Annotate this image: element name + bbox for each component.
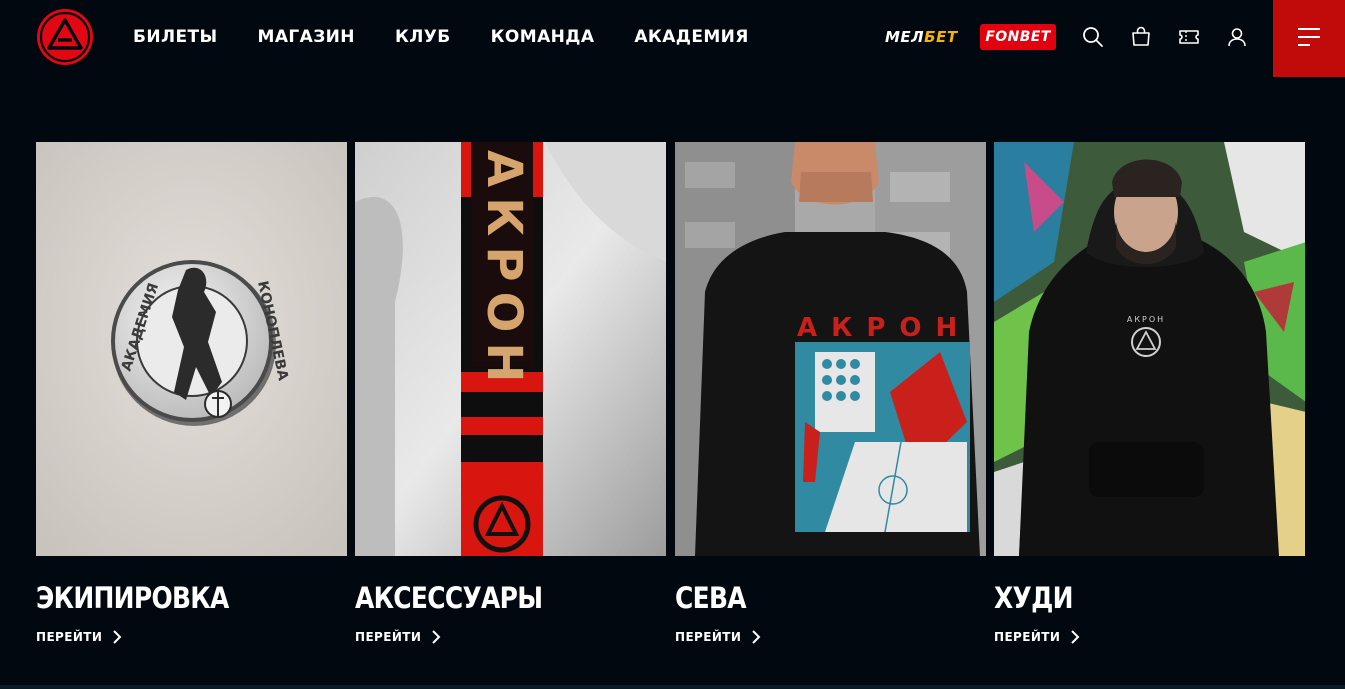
chevron-right-icon: [432, 630, 441, 644]
sweatshirt-text: АКРОН: [797, 313, 971, 343]
card-link-label: ПЕРЕЙТИ: [36, 630, 103, 644]
search-icon[interactable]: [1081, 25, 1105, 49]
seva-image[interactable]: АКРОН: [675, 142, 986, 556]
category-cards: АКАДЕМИЯ КОНОПЛЕВА ЭКИПИРОВКА ПЕРЕЙТИ АК…: [36, 142, 1306, 662]
chevron-right-icon: [113, 630, 122, 644]
sponsor-fonbet-logo[interactable]: FONBET: [980, 24, 1056, 50]
card-link-go[interactable]: ПЕРЕЙТИ: [355, 628, 441, 646]
category-card-hoodie[interactable]: АКРОН ХУДИ ПЕРЕЙТИ: [994, 142, 1305, 662]
nav-academy[interactable]: АКАДЕМИЯ: [634, 24, 748, 50]
card-title: ХУДИ: [994, 581, 1073, 615]
nav-shop[interactable]: МАГАЗИН: [258, 24, 355, 50]
card-link-go[interactable]: ПЕРЕЙТИ: [36, 628, 122, 646]
cart-icon[interactable]: [1129, 25, 1153, 49]
card-link-label: ПЕРЕЙТИ: [355, 630, 422, 644]
card-link-go[interactable]: ПЕРЕЙТИ: [675, 628, 761, 646]
card-link-go[interactable]: ПЕРЕЙТИ: [994, 628, 1080, 646]
ticket-icon[interactable]: [1177, 25, 1201, 49]
accessories-image[interactable]: АКРОН: [355, 142, 666, 556]
card-title: СЕВА: [675, 581, 747, 615]
chevron-right-icon: [1071, 630, 1080, 644]
menu-icon: [1298, 28, 1320, 46]
hoodie-image[interactable]: АКРОН: [994, 142, 1305, 556]
sponsor-melbet-part1: МЕЛ: [885, 28, 925, 46]
sponsor-melbet-logo[interactable]: МЕЛБЕТ: [885, 26, 958, 48]
nav-club[interactable]: КЛУБ: [395, 24, 451, 50]
category-card-accessories[interactable]: АКРОН АКСЕССУАРЫ ПЕРЕЙТИ: [355, 142, 666, 662]
card-link-label: ПЕРЕЙТИ: [675, 630, 742, 644]
card-title: ЭКИПИРОВКА: [36, 581, 229, 615]
card-title: АКСЕССУАРЫ: [355, 581, 543, 615]
scarf-text: АКРОН: [476, 150, 532, 393]
bottom-strip: [0, 685, 1345, 689]
card-link-label: ПЕРЕЙТИ: [994, 630, 1061, 644]
site-header: БИЛЕТЫ МАГАЗИН КЛУБ КОМАНДА АКАДЕМИЯ МЕЛ…: [0, 0, 1345, 77]
category-card-equipment[interactable]: АКАДЕМИЯ КОНОПЛЕВА ЭКИПИРОВКА ПЕРЕЙТИ: [36, 142, 347, 662]
sponsor-melbet-part2: БЕТ: [924, 28, 958, 46]
nav-team[interactable]: КОМАНДА: [491, 24, 595, 50]
category-card-seva[interactable]: АКРОН СЕВА ПЕРЕЙТИ: [675, 142, 986, 662]
hoodie-print-text: АКРОН: [1127, 315, 1165, 324]
nav-tickets[interactable]: БИЛЕТЫ: [133, 24, 218, 50]
user-icon[interactable]: [1225, 25, 1249, 49]
equipment-image[interactable]: АКАДЕМИЯ КОНОПЛЕВА: [36, 142, 347, 556]
club-logo[interactable]: [36, 8, 94, 66]
main-nav: БИЛЕТЫ МАГАЗИН КЛУБ КОМАНДА АКАДЕМИЯ: [133, 24, 789, 50]
chevron-right-icon: [752, 630, 761, 644]
menu-button[interactable]: [1273, 0, 1345, 77]
